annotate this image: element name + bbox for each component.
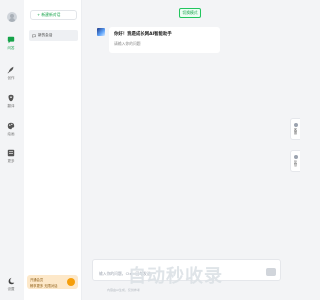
chat-main: 切换模式 你好！我是成长网AI智能助手 请输入你的问题 自动秒收录 内容由AI生… [83,0,288,300]
rail-item-create[interactable]: 创作 [0,66,22,81]
rail-label: 创作 [7,76,15,80]
chat-bubble-icon [32,34,36,38]
promo-badge-icon [67,278,75,286]
disclaimer-text: 内容由AI生成，仅供参考 [107,288,140,292]
user-avatar[interactable] [7,12,17,22]
send-button[interactable] [266,268,276,276]
feedback-icon [293,155,298,160]
conversation-panel: + 新建新对话 新的会话 开通会员 畅享更多 无限对话 [24,0,82,300]
assistant-message: 你好！我是成长网AI智能助手 请输入你的问题 [109,27,220,53]
rail-item-chat[interactable]: 问答 [0,36,22,51]
rail-item-more[interactable]: 更多 [0,149,22,164]
rail-label: 更多 [7,159,15,163]
chat-icon [7,36,15,44]
rail-label: 翻译 [7,104,15,108]
greeting-text: 你好！我是成长网AI智能助手 [114,32,172,37]
rail-label: 设置 [7,287,15,291]
rail-item-paint[interactable]: 绘画 [0,122,22,137]
side-tab-service[interactable]: 客服 [290,118,300,140]
conversation-item[interactable]: 新的会话 [29,30,78,41]
rail-item-translate[interactable]: 翻译 [0,94,22,109]
feather-icon [7,66,14,74]
prompt-hint-text: 请输入你的问题 [114,41,141,46]
conversation-title: 新的会话 [38,33,53,37]
translate-icon [8,94,14,102]
mode-switch-button[interactable]: 切换模式 [179,8,201,18]
moon-icon [8,277,15,285]
message-input[interactable] [93,268,243,276]
palette-icon [7,122,15,130]
side-tab-label: 客服 [293,128,297,135]
assistant-avatar [97,28,105,36]
rail-item-theme[interactable]: 设置 [0,277,22,292]
headset-icon [293,123,298,128]
message-input-box [92,259,281,281]
grid-icon [7,149,15,157]
membership-promo[interactable]: 开通会员 畅享更多 无限对话 [27,275,78,289]
rail-label: 问答 [7,46,15,50]
icon-rail: 问答 创作 翻译 绘画 更多 设置 [0,0,22,300]
new-chat-button[interactable]: + 新建新对话 [30,10,77,20]
rail-label: 绘画 [7,132,15,136]
side-tab-label: 反馈 [293,160,297,167]
side-tab-feedback[interactable]: 反馈 [290,150,300,172]
